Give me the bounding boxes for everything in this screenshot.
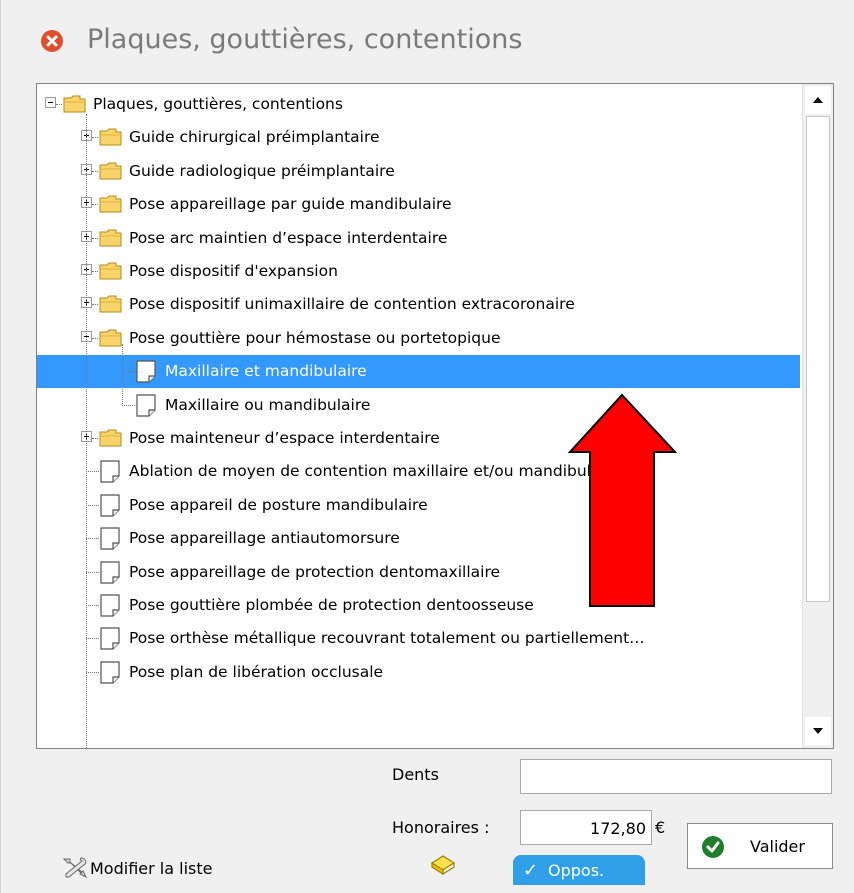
dents-label: Dents — [392, 765, 439, 784]
tree-item-label: Pose dispositif unimaxillaire de content… — [129, 295, 575, 314]
folder-icon — [99, 261, 123, 281]
valider-label: Valider — [750, 837, 805, 856]
arrow-down-icon — [813, 728, 823, 734]
tree-connector — [122, 371, 135, 373]
tree-connector — [86, 538, 99, 540]
currency-symbol: € — [655, 818, 666, 837]
tree-item-label: Pose appareil de posture mandibulaire — [129, 495, 428, 514]
tree-item-label: Plaques, gouttières, contentions — [93, 95, 343, 113]
folder-icon — [99, 294, 123, 314]
folder-icon — [99, 127, 123, 147]
tree-item-label: Pose dispositif d'expansion — [129, 262, 338, 280]
document-icon — [99, 459, 121, 484]
tree-item-label: Ablation de moyen de contention maxillai… — [129, 462, 621, 481]
document-icon — [99, 526, 121, 551]
title-bar: Plaques, gouttières, contentions — [1, 0, 854, 82]
tree-item-label: Guide chirurgical préimplantaire — [129, 128, 380, 147]
tree-item-label: Pose appareillage de protection dentomax… — [129, 562, 501, 581]
folder-icon — [99, 228, 123, 248]
tree-folder-item[interactable]: Pose dispositif unimaxillaire de content… — [37, 288, 803, 321]
tree-connector — [86, 471, 99, 473]
tree-leaf-item[interactable]: Pose appareil de posture mandibulaire — [37, 489, 803, 522]
tree-item-label: Pose plan de libération occlusale — [129, 662, 384, 681]
honoraires-input[interactable]: 172,80 — [520, 810, 652, 845]
tree-folder-item[interactable]: Guide radiologique préimplantaire — [37, 155, 803, 188]
tree-leaf-item[interactable]: Pose plan de libération occlusale — [37, 656, 803, 689]
dialog-window: Plaques, gouttières, contentions Plaques… — [0, 0, 854, 893]
collapse-minus-icon[interactable] — [45, 97, 56, 108]
folder-icon — [63, 94, 87, 114]
tree-item-label: Pose arc maintien d’espace interdentaire — [129, 228, 448, 247]
tree-connector — [86, 638, 99, 640]
tree-item-label: Pose appareillage par guide mandibulaire — [129, 195, 452, 214]
window-title: Plaques, gouttières, contentions — [87, 24, 523, 55]
tree-item-label: Guide radiologique préimplantaire — [129, 161, 395, 180]
valider-button[interactable]: Valider — [687, 823, 833, 869]
tree-item-label: Maxillaire et mandibulaire — [165, 362, 367, 381]
document-icon — [99, 493, 121, 518]
act-tree-view[interactable]: Plaques, gouttières, contentions Guide ch… — [36, 83, 834, 749]
tree-item-label: Pose gouttière pour hémostase ou porteto… — [129, 328, 501, 347]
folder-icon — [99, 428, 123, 448]
scroll-up-button[interactable] — [805, 86, 831, 114]
tree-item-label: Pose orthèse métallique recouvrant total… — [129, 629, 645, 648]
oppos-button[interactable]: ✓ Oppos. — [513, 855, 645, 885]
tree-leaf-item[interactable]: Pose orthèse métallique recouvrant total… — [37, 622, 803, 655]
tree-leaf-item[interactable]: Pose appareillage antiautomorsure — [37, 522, 803, 555]
tree-connector — [122, 343, 123, 406]
tree-leaf-item[interactable]: Pose gouttière plombée de protection den… — [37, 589, 803, 622]
tree-folder-item[interactable]: Plaques, gouttières, contentions — [37, 88, 803, 121]
tree-item-label: Pose mainteneur d’espace interdentaire — [129, 429, 440, 447]
modifier-liste-label: Modifier la liste — [90, 859, 213, 878]
tree-folder-item[interactable]: Pose gouttière pour hémostase ou porteto… — [37, 322, 803, 355]
tree-folder-item[interactable]: Guide chirurgical préimplantaire — [37, 121, 803, 154]
tree-connector — [86, 114, 87, 748]
document-icon — [135, 393, 157, 418]
document-icon — [99, 560, 121, 585]
tree-connector — [86, 504, 99, 506]
scroll-down-button[interactable] — [805, 717, 831, 745]
tree-folder-item[interactable]: Pose dispositif d'expansion — [37, 255, 803, 288]
dents-input[interactable] — [520, 759, 832, 794]
arrow-up-icon — [813, 97, 823, 103]
tree-folder-item[interactable]: Pose mainteneur d’espace interdentaire — [37, 422, 803, 455]
tools-icon — [59, 855, 89, 881]
folder-icon — [99, 328, 123, 348]
tree-item-label: Pose gouttière plombée de protection den… — [129, 596, 534, 614]
honoraires-label: Honoraires : — [392, 818, 490, 837]
honoraires-value: 172,80 — [590, 819, 646, 838]
vertical-scrollbar[interactable] — [802, 84, 833, 748]
tree-item-label: Pose appareillage antiautomorsure — [129, 529, 400, 548]
tree-leaf-item[interactable]: Maxillaire ou mandibulaire — [37, 389, 803, 422]
checkmark-icon: ✓ — [523, 860, 539, 881]
tree-leaf-item[interactable]: Pose appareillage de protection dentomax… — [37, 556, 803, 589]
book-icon[interactable] — [429, 853, 457, 877]
tree-connector — [86, 571, 99, 573]
scroll-thumb[interactable] — [806, 116, 830, 602]
tree-folder-item[interactable]: Pose appareillage par guide mandibulaire — [37, 188, 803, 221]
document-icon — [99, 593, 121, 618]
tree-connector — [122, 404, 135, 406]
tree-leaf-item[interactable]: Maxillaire et mandibulaire — [37, 355, 800, 389]
document-icon — [135, 359, 157, 384]
tree-connector — [86, 671, 99, 673]
oppos-label: Oppos. — [548, 861, 605, 880]
tree-connector — [86, 605, 99, 606]
tree-leaf-item[interactable]: Ablation de moyen de contention maxillai… — [37, 455, 803, 488]
folder-icon — [99, 161, 123, 181]
document-icon — [99, 626, 121, 651]
document-icon — [99, 660, 121, 685]
check-circle-icon — [702, 836, 724, 858]
folder-icon — [99, 194, 123, 214]
tree-item-label: Maxillaire ou mandibulaire — [165, 395, 371, 414]
tree-folder-item[interactable]: Pose arc maintien d’espace interdentaire — [37, 222, 803, 255]
close-icon[interactable] — [41, 30, 63, 52]
tree-list: Plaques, gouttières, contentions Guide ch… — [37, 84, 803, 748]
